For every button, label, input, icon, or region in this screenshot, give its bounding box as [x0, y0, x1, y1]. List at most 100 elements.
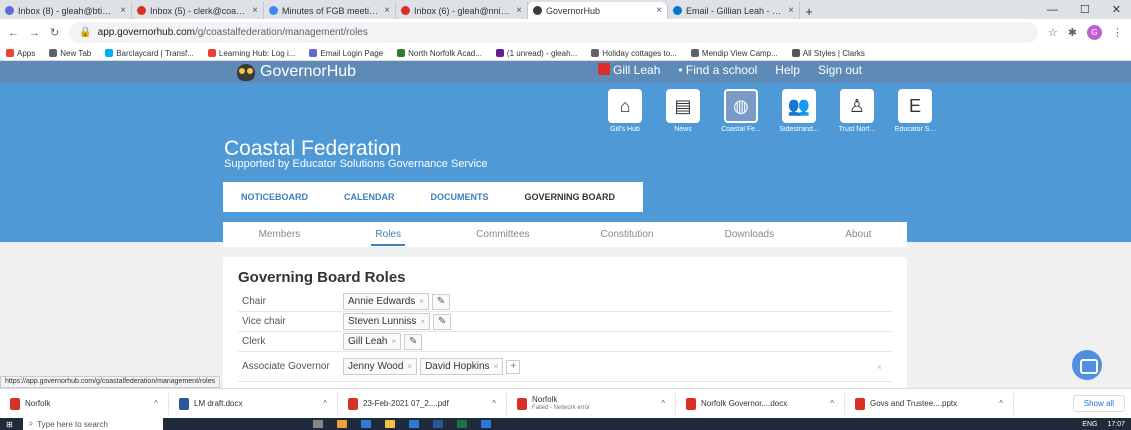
edit-role-button[interactable]: ✎ [433, 313, 452, 330]
excel-icon[interactable] [456, 420, 467, 428]
bookmark-item[interactable]: New Tab [49, 49, 91, 58]
download-item[interactable]: Norfolk Failed - Network error ^ [507, 392, 676, 415]
remove-role-icon[interactable]: × [877, 362, 892, 372]
hub-tile[interactable]: ◍ Coastal Fe... [717, 89, 765, 133]
outlook-icon[interactable] [480, 420, 491, 428]
file-explorer-icon[interactable] [384, 420, 395, 428]
browser-tab[interactable]: Minutes of FGB meeting 23.2 × [264, 2, 396, 19]
maximize-button[interactable]: ☐ [1080, 3, 1090, 16]
download-menu-icon[interactable]: ^ [830, 399, 834, 408]
hub-tile[interactable]: ⌂ Gill's Hub [601, 89, 649, 133]
person-chip[interactable]: Jenny Wood × [343, 358, 418, 375]
bookmark-item[interactable]: Learning Hub: Log i... [207, 49, 295, 58]
remove-person-icon[interactable]: × [407, 362, 412, 371]
bookmark-item[interactable]: Holiday cottages to... [591, 49, 677, 58]
back-icon[interactable]: ← [8, 27, 19, 39]
brand-logo[interactable]: GovernorHub [237, 63, 356, 81]
download-item[interactable]: Norfolk Governor....docx ^ [676, 392, 845, 415]
download-menu-icon[interactable]: ^ [492, 399, 496, 408]
download-item[interactable]: Govs and Trustee....pptx ^ [845, 392, 1014, 415]
address-bar[interactable]: 🔒 app.governorhub.com/g/coastalfederatio… [69, 22, 1038, 43]
remove-person-icon[interactable]: × [391, 337, 396, 346]
extensions-icon[interactable]: ✱ [1068, 26, 1077, 39]
tab-committees[interactable]: Committees [476, 229, 529, 240]
section-nav-calendar[interactable]: CALENDAR [326, 192, 413, 202]
bookmark-item[interactable]: Barclaycard | Transf... [105, 49, 194, 58]
browser-tab[interactable]: Inbox (5) - clerk@coastalfedc× [132, 2, 264, 19]
person-chip[interactable]: Annie Edwards × [343, 293, 429, 310]
edit-role-button[interactable]: ✎ [404, 333, 423, 350]
person-chip[interactable]: Gill Leah × [343, 333, 402, 350]
tab-close-icon[interactable]: × [516, 5, 522, 16]
sign-out-link[interactable]: Sign out [818, 63, 862, 77]
forward-icon[interactable]: → [29, 27, 40, 39]
download-item[interactable]: Norfolk ^ [0, 392, 169, 415]
tab-close-icon[interactable]: × [120, 5, 126, 16]
task-view-icon[interactable] [312, 420, 323, 428]
tab-about[interactable]: About [845, 229, 871, 240]
star-icon[interactable]: ☆ [1048, 26, 1058, 39]
browser-tab[interactable]: Email - Gillian Leah - Outlook× [668, 2, 800, 19]
download-item[interactable]: LM draft.docx ^ [169, 392, 338, 415]
find-school-link[interactable]: • Find a school [678, 63, 757, 77]
tab-close-icon[interactable]: × [252, 5, 258, 16]
person-chip[interactable]: David Hopkins × [420, 358, 504, 375]
hub-tile[interactable]: ♙ Trust Norf... [833, 89, 881, 133]
menu-icon[interactable]: ⋮ [1112, 26, 1123, 39]
download-menu-icon[interactable]: ^ [323, 399, 327, 408]
chat-launcher-button[interactable] [1072, 350, 1102, 380]
new-tab-button[interactable]: + [800, 4, 818, 19]
bookmark-favicon-icon [397, 49, 406, 57]
tab-close-icon[interactable]: × [788, 5, 794, 16]
bookmark-item[interactable]: Mendip View Camp... [690, 49, 778, 58]
taskbar-search[interactable]: ⌕ Type here to search [22, 418, 163, 430]
show-all-downloads-button[interactable]: Show all [1072, 395, 1125, 412]
remove-person-icon[interactable]: × [494, 362, 499, 371]
download-menu-icon[interactable]: ^ [154, 399, 158, 408]
section-nav-documents[interactable]: DOCUMENTS [413, 192, 507, 202]
windows-taskbar: ⊞ ⌕ Type here to search ENG 17:07 [0, 418, 1131, 430]
language-indicator[interactable]: ENG [1082, 421, 1097, 428]
bookmark-item[interactable]: Email Login Page [309, 49, 383, 58]
tab-close-icon[interactable]: × [656, 5, 662, 16]
browser-tab[interactable]: Inbox (6) - gleah@nnig@nsix × [396, 2, 528, 19]
tab-roles[interactable]: Roles [371, 224, 405, 246]
bookmark-item[interactable]: (1 unread) - gleah... [495, 49, 577, 58]
bookmark-item[interactable]: Apps [6, 49, 35, 58]
user-menu[interactable]: Gill Leah [598, 63, 660, 77]
section-nav-governing-board[interactable]: GOVERNING BOARD [507, 192, 634, 202]
hub-tile[interactable]: ▤ News [659, 89, 707, 133]
mail-icon[interactable] [408, 420, 419, 428]
edit-role-button[interactable]: ✎ [431, 293, 450, 310]
site-header [0, 61, 1131, 83]
person-name: Jenny Wood [348, 361, 404, 372]
bookmark-item[interactable]: North Norfolk Acad... [397, 49, 482, 58]
profile-avatar[interactable]: G [1087, 25, 1102, 40]
browser-tab[interactable]: Inbox (8) - gleah@btinternet × [0, 2, 132, 19]
tab-constitution[interactable]: Constitution [601, 229, 654, 240]
windows-start-icon[interactable]: ⊞ [6, 420, 13, 429]
download-menu-icon[interactable]: ^ [661, 399, 665, 408]
add-person-button[interactable]: + [506, 359, 521, 374]
hub-tile[interactable]: 👥 Sidestrand... [775, 89, 823, 133]
person-chip[interactable]: Steven Lunniss × [343, 313, 431, 330]
remove-person-icon[interactable]: × [420, 317, 425, 326]
chrome-icon[interactable] [336, 420, 347, 428]
word-icon[interactable] [432, 420, 443, 428]
tab-downloads[interactable]: Downloads [725, 229, 774, 240]
clock[interactable]: 17:07 [1107, 421, 1125, 428]
edge-icon[interactable] [360, 420, 371, 428]
reload-icon[interactable]: ↻ [50, 26, 59, 39]
download-item[interactable]: 23-Feb-2021 07_2....pdf ^ [338, 392, 507, 415]
close-window-button[interactable]: ✕ [1112, 3, 1121, 16]
section-nav-noticeboard[interactable]: NOTICEBOARD [223, 192, 326, 202]
tab-members[interactable]: Members [259, 229, 301, 240]
minimize-button[interactable]: — [1047, 4, 1058, 16]
hub-tile[interactable]: E Educator S... [891, 89, 939, 133]
bookmark-item[interactable]: All Styles | Clarks [791, 49, 865, 58]
browser-tab[interactable]: GovernorHub × [528, 2, 668, 19]
tab-close-icon[interactable]: × [384, 5, 390, 16]
download-menu-icon[interactable]: ^ [999, 399, 1003, 408]
remove-person-icon[interactable]: × [419, 297, 424, 306]
help-link[interactable]: Help [775, 63, 800, 77]
